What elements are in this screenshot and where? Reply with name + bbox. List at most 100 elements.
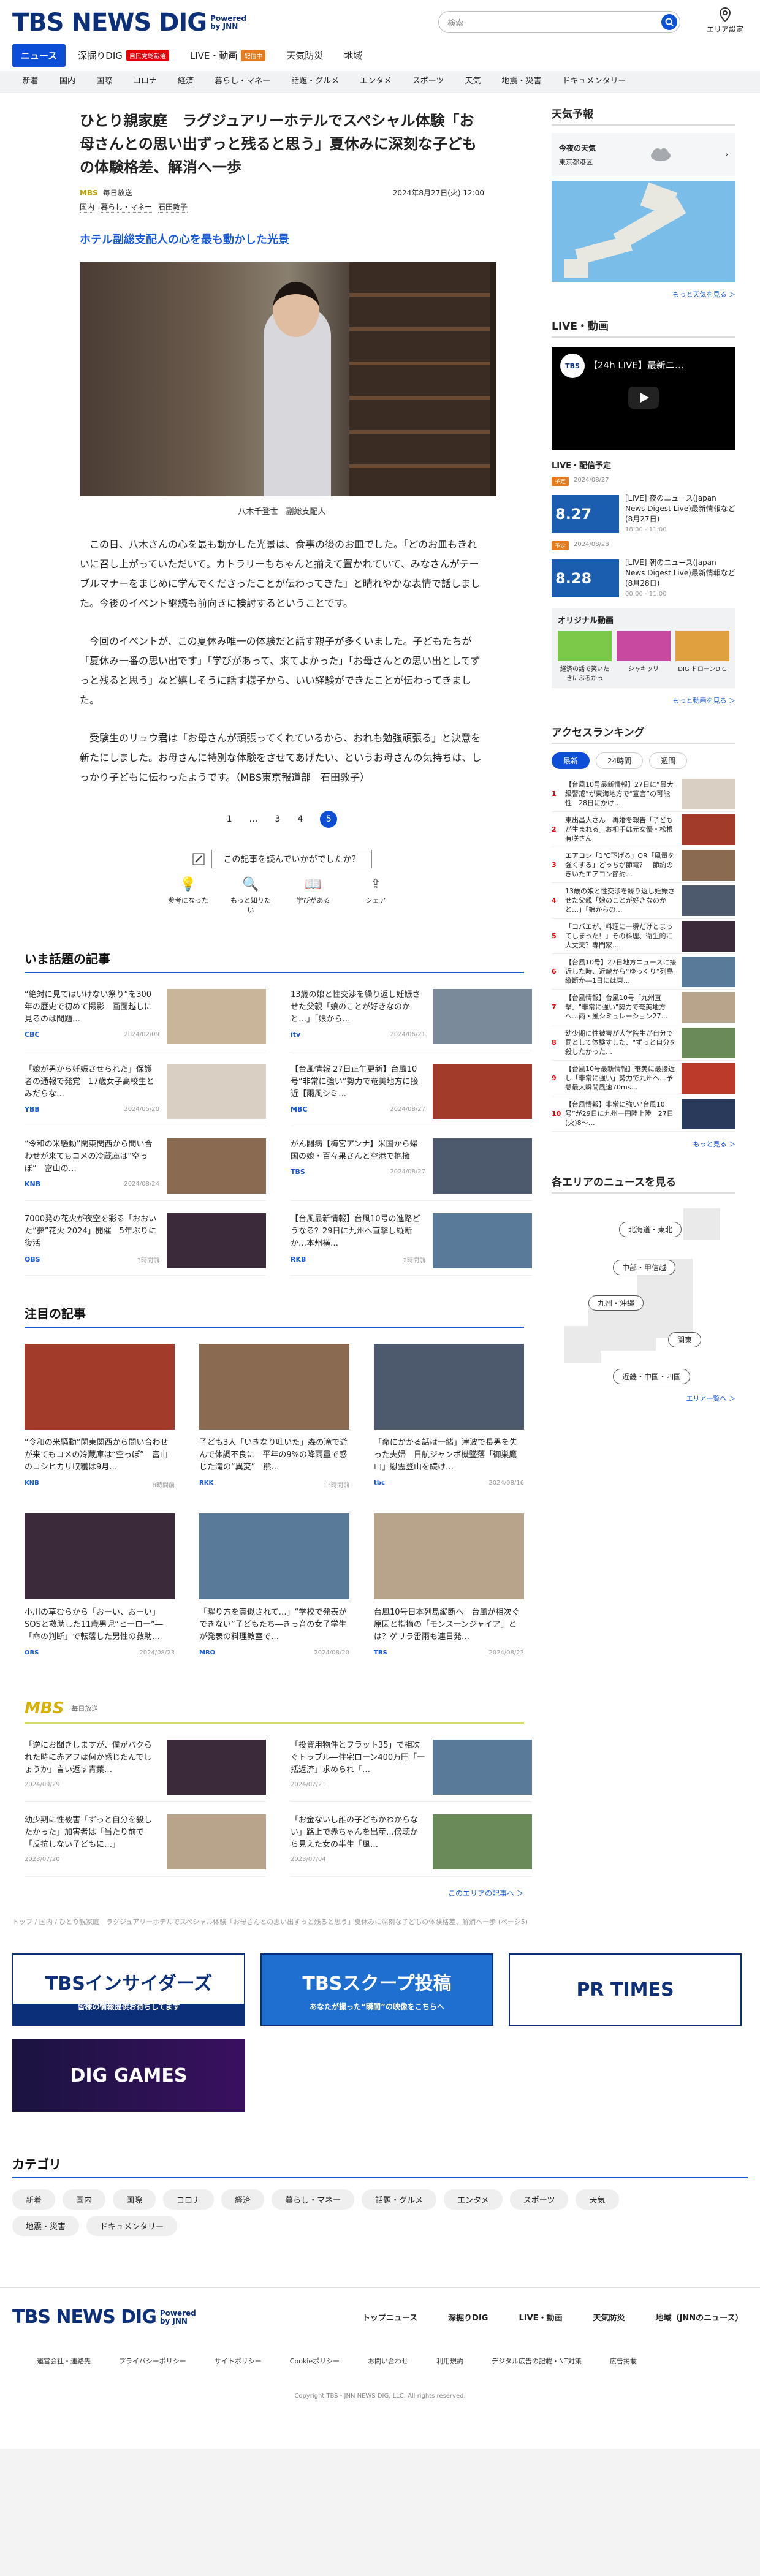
ranking-tab[interactable]: 週間 bbox=[649, 752, 688, 769]
featured-item[interactable]: 台風10号日本列島縦断へ 台風が相次ぐ原因と指摘の「モンスーンジャイア」とは？ゲ… bbox=[374, 1513, 524, 1656]
list-item[interactable]: がん闘病【梅宮アンナ】米国から帰国の娘・百々果さんと空港で抱擁 TBS 2024/0… bbox=[291, 1138, 532, 1201]
ranking-item[interactable]: 7 【台風情報】台風10号「九州直撃」"非常に強い"勢力で奄美地方へ…雨・風シミュ… bbox=[552, 990, 735, 1025]
area-button[interactable]: 九州・沖縄 bbox=[588, 1295, 644, 1311]
category-nav-item[interactable]: 国内 bbox=[49, 71, 86, 93]
category-nav-item[interactable]: 国際 bbox=[86, 71, 123, 93]
banner[interactable]: TBSインサイダーズ 皆様の情報提供お待ちしてます bbox=[12, 1953, 245, 2026]
featured-item[interactable]: 「命にかかる話は一緒」津波で長男を失った夫婦 日航ジャンボ機墜落「御巣鷹山」慰霊… bbox=[374, 1344, 524, 1489]
list-item[interactable]: 「お金ないし誰の子どもかわからない」路上で赤ちゃんを出産…傍聴から見えた女の半生… bbox=[291, 1814, 532, 1877]
list-item[interactable]: 「娘が男から妊娠させられた」保護者の通報で発覚 17歳女子高校生とみだらな… YB… bbox=[25, 1064, 266, 1126]
footer-link[interactable]: プライバシーポリシー bbox=[119, 2356, 186, 2366]
footer-logo[interactable]: TBS NEWS DIG Powered by JNN bbox=[12, 2306, 203, 2328]
footer-nav-link[interactable]: LIVE・動画 bbox=[519, 2311, 562, 2323]
ranking-item[interactable]: 2 東出昌大さん 再婚を報告「子どもが生まれる」お相手は元女優・松根有咲さん bbox=[552, 812, 735, 847]
article-tag[interactable]: 国内 bbox=[80, 202, 95, 213]
ranking-item[interactable]: 1 【台風10号最新情報】27日に“最大級警戒”が東海地方で“宣言”の可能性 28… bbox=[552, 776, 735, 812]
live-video-player[interactable]: TBS 【24h LIVE】最新ニ… bbox=[552, 347, 735, 450]
list-item[interactable]: 【台風最新情報】台風10号の進路どうなる？29日に九州へ直撃し縦断か…本州横… R… bbox=[291, 1213, 532, 1276]
category-nav-item[interactable]: コロナ bbox=[123, 71, 167, 93]
list-item[interactable]: 【台風情報 27日正午更新】台風10号“非常に強い”勢力で奄美地方に接近【雨風シ… bbox=[291, 1064, 532, 1126]
category-nav-item[interactable]: エンタメ bbox=[349, 71, 402, 93]
original-video-item[interactable]: DIG ドローンDIG bbox=[675, 631, 729, 682]
list-item[interactable]: 「投資用物件とフラット35」で相次ぐトラブル―住宅ローン400万円「一括返済」求… bbox=[291, 1740, 532, 1802]
category-chip[interactable]: 経済 bbox=[221, 2189, 265, 2210]
category-chip[interactable]: 地震・災害 bbox=[12, 2216, 80, 2236]
ranking-tab[interactable]: 最新 bbox=[552, 752, 590, 769]
category-chip[interactable]: エンタメ bbox=[444, 2189, 503, 2210]
main-nav-3[interactable]: 天気防災 bbox=[278, 44, 332, 67]
weather-map[interactable] bbox=[552, 181, 735, 282]
list-item[interactable]: 13歳の娘と性交渉を繰り返し妊娠させた父親「娘のことが好きなのかと…」「娘から…… bbox=[291, 989, 532, 1051]
banner[interactable]: DIG GAMES bbox=[12, 2039, 245, 2112]
ranking-item[interactable]: 6 【台風10号】27日地方ニュースに接近した時、近畿から“ゆっくり”列島縦断か―… bbox=[552, 954, 735, 990]
footer-link[interactable]: デジタル広告の記載・NT対策 bbox=[492, 2356, 582, 2366]
ranking-item[interactable]: 10 【台風情報】非常に強い“台風10号”が29日に九州一円陸上陸 27日(火)8… bbox=[552, 1096, 735, 1132]
ranking-item[interactable]: 9 【台風10号最新情報】奄美に最接近し「非常に強い」勢力で九州へ…予想最大瞬間風… bbox=[552, 1061, 735, 1096]
list-item[interactable]: 「逆にお聞きしますが、僕がバクられた時に赤アフは何か感じたんでしょうか」言い返す… bbox=[25, 1740, 266, 1802]
area-button[interactable]: 中部・甲信越 bbox=[613, 1260, 676, 1275]
main-nav-4[interactable]: 地域 bbox=[335, 44, 371, 67]
list-item[interactable]: “令和の米騒動”閑東関西から問い合わせが来てもコメの冷蔵庫は“空っぽ” 富山の…… bbox=[25, 1138, 266, 1201]
category-nav-item[interactable]: 地震・災害 bbox=[492, 71, 552, 93]
reaction-button[interactable]: 🔍 もっと知りたい bbox=[229, 877, 272, 915]
site-logo[interactable]: TBS NEWS DIG Powered by JNN bbox=[12, 9, 253, 37]
category-chip[interactable]: 国内 bbox=[63, 2189, 106, 2210]
banner[interactable]: PR TIMES bbox=[509, 1953, 742, 2026]
category-nav-item[interactable]: 新着 bbox=[12, 71, 49, 93]
category-nav-item[interactable]: スポーツ bbox=[402, 71, 455, 93]
main-nav-2[interactable]: LIVE・動画 配信中 bbox=[181, 44, 275, 67]
article-tag[interactable]: 石田敦子 bbox=[158, 202, 188, 213]
reaction-button[interactable]: ⇪ シェア bbox=[354, 877, 397, 915]
search-button[interactable] bbox=[661, 14, 677, 30]
ranking-item[interactable]: 5 「コバエが、料理に一瞬だけとまってしまった！」その料理、衛生的に大丈夫？専門家… bbox=[552, 919, 735, 954]
page-link[interactable]: 3 bbox=[275, 814, 281, 824]
article-source[interactable]: MBS 毎日放送 bbox=[80, 188, 132, 198]
reaction-button[interactable]: 📖 学びがある bbox=[292, 877, 335, 915]
category-chip[interactable]: コロナ bbox=[163, 2189, 215, 2210]
banner[interactable]: TBSスクープ投稿 あなたが撮った“瞬間”の映像をこちらへ bbox=[260, 1953, 493, 2026]
video-more-link[interactable]: もっと動画を見る ＞ bbox=[552, 695, 736, 705]
ranking-item[interactable]: 8 幼少期に性被害が大学院生が自分で罰として体験すした、“ずっと自分を殺したかった… bbox=[552, 1025, 735, 1061]
category-nav-item[interactable]: 天気 bbox=[454, 71, 491, 93]
live-item[interactable]: 8.28 [LIVE] 朝のニュース(Japan News Digest Live… bbox=[552, 558, 735, 599]
category-chip[interactable]: 新着 bbox=[12, 2189, 56, 2210]
category-chip[interactable]: 天気 bbox=[576, 2189, 619, 2210]
footer-link[interactable]: Cookieポリシー bbox=[290, 2356, 340, 2366]
category-chip[interactable]: 暮らし・マネー bbox=[272, 2189, 355, 2210]
category-nav-item[interactable]: 暮らし・マネー bbox=[204, 71, 281, 93]
footer-link[interactable]: 運営会社・連絡先 bbox=[37, 2356, 91, 2366]
main-nav-0[interactable]: ニュース bbox=[12, 44, 66, 67]
footer-link[interactable]: 利用規約 bbox=[436, 2356, 463, 2366]
live-item[interactable]: 8.27 [LIVE] 夜のニュース(Japan News Digest Live… bbox=[552, 493, 735, 535]
weather-more-link[interactable]: もっと天気を見る ＞ bbox=[552, 289, 736, 299]
area-setting-button[interactable]: エリア設定 bbox=[704, 7, 747, 34]
main-nav-1[interactable]: 深掘りDIG 自民党総裁選 bbox=[69, 44, 178, 67]
footer-nav-link[interactable]: 天気防災 bbox=[593, 2311, 625, 2323]
footer-link[interactable]: お問い合わせ bbox=[368, 2356, 408, 2366]
ranking-item[interactable]: 4 13歳の娘と性交渉を繰り返し妊娠させた父親「娘のことが好きなのかと…」「娘から… bbox=[552, 883, 735, 919]
ranking-more-link[interactable]: もっと見る ＞ bbox=[552, 1139, 736, 1149]
article-tag[interactable]: 暮らし・マネー bbox=[101, 202, 153, 213]
list-item[interactable]: 7000発の花火が夜空を彩る「おおいた“夢”花火 2024」開催 5年ぶりに復活… bbox=[25, 1213, 266, 1276]
category-chip[interactable]: 話題・グルメ bbox=[362, 2189, 437, 2210]
mbs-more-link[interactable]: このエリアの記事へ ＞ bbox=[25, 1888, 524, 1898]
footer-nav-link[interactable]: 地域（JNNのニュース） bbox=[656, 2311, 743, 2323]
footer-link[interactable]: サイトポリシー bbox=[215, 2356, 262, 2366]
featured-item[interactable]: 子ども3人「いきなり吐いた」森の滝で遊んで体調不良に―平年の9%の降雨量で感じた… bbox=[199, 1344, 349, 1489]
original-video-item[interactable]: 経済の話で笑いたきにぶるかっ bbox=[558, 631, 612, 682]
category-nav-item[interactable]: ドキュメンタリー bbox=[552, 71, 637, 93]
area-button[interactable]: 近畿・中国・四国 bbox=[613, 1369, 691, 1384]
reaction-button[interactable]: 💡 参考になった bbox=[167, 877, 210, 915]
category-chip[interactable]: スポーツ bbox=[509, 2189, 569, 2210]
category-nav-item[interactable]: 話題・グルメ bbox=[281, 71, 349, 93]
weather-widget[interactable]: 今夜の天気 東京都港区 › bbox=[552, 133, 735, 176]
page-link[interactable]: 1 bbox=[227, 814, 232, 824]
featured-item[interactable]: 小川の草むらから「おーい、おーい」SOSと救助した11歳男児“ヒーロー”―「命の… bbox=[25, 1513, 175, 1656]
footer-nav-link[interactable]: トップニュース bbox=[362, 2311, 417, 2323]
list-item[interactable]: “絶対に見てはいけない祭り”を300年の歴史で初めて撮影 画面越しに見るのは問題… bbox=[25, 989, 266, 1051]
original-video-item[interactable]: シャキッリ bbox=[617, 631, 671, 682]
list-item[interactable]: 幼少期に性被害「ずっと自分を殺したかった」加害者は「当たり前で「反抗しない子ども… bbox=[25, 1814, 266, 1877]
category-chip[interactable]: 国際 bbox=[113, 2189, 156, 2210]
page-link[interactable]: 4 bbox=[297, 814, 303, 824]
category-nav-item[interactable]: 経済 bbox=[167, 71, 204, 93]
